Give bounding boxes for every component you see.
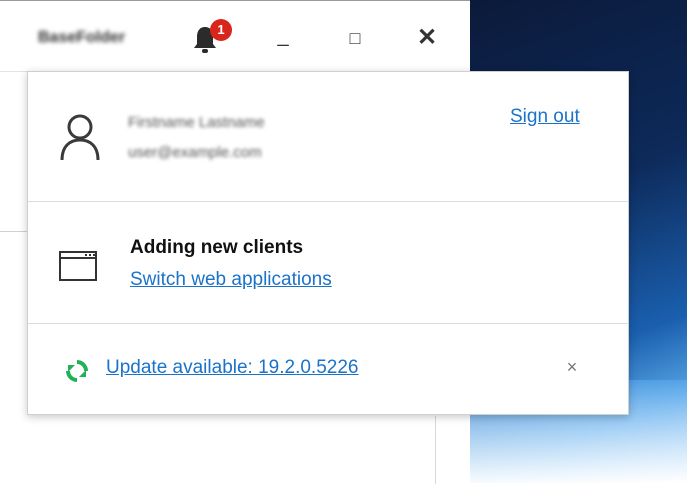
account-name: Firstname Lastname (128, 114, 265, 131)
menu-divider (28, 201, 628, 202)
app-title: BaseFolder (38, 29, 126, 46)
notification-badge: 1 (210, 19, 232, 41)
menu-divider (28, 323, 628, 324)
refresh-icon (66, 360, 88, 382)
close-icon[interactable]: × (562, 357, 582, 377)
account-menu-popup: Firstname Lastname user@example.com Sign… (27, 71, 629, 415)
app-window-icon (59, 251, 97, 281)
maximize-button[interactable]: □ (340, 23, 370, 53)
divider-line (0, 231, 28, 232)
minimize-button[interactable]: _ (268, 23, 298, 53)
account-email: user@example.com (128, 144, 262, 161)
switch-web-applications-link[interactable]: Switch web applications (130, 269, 332, 291)
close-button[interactable]: ✕ (412, 23, 442, 53)
update-available-link[interactable]: Update available: 19.2.0.5226 (106, 357, 358, 379)
user-icon (60, 114, 100, 161)
clients-title: Adding new clients (130, 237, 304, 258)
title-bar: BaseFolder 1 _ □ ✕ (0, 1, 470, 72)
divider-line (435, 416, 436, 484)
sign-out-link[interactable]: Sign out (510, 106, 580, 128)
